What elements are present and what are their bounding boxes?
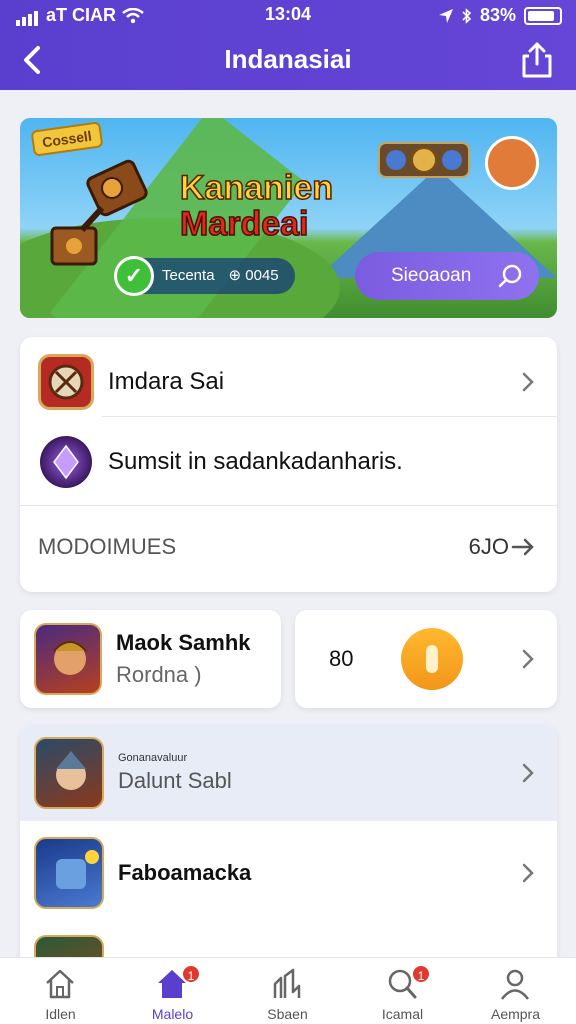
game-card-subtitle: Rordna )	[116, 662, 202, 687]
battery-percent: 83%	[479, 5, 516, 25]
section-footer[interactable]: MODOIMUES 6JO	[20, 527, 557, 567]
banner-action-label: Sieoaoan	[391, 265, 472, 286]
status-bar: aT CIAR 13:04 83%	[0, 0, 576, 30]
warrior-icon	[53, 641, 87, 675]
game-list: Gonanavaluur Dalunt Sabl Faboamacka	[20, 725, 557, 985]
banner-stat-1: Tecenta	[162, 267, 215, 284]
share-button[interactable]	[520, 40, 554, 80]
section-value: 6JO	[468, 534, 509, 559]
banner-badges	[378, 142, 470, 178]
divider	[20, 505, 557, 506]
banner-title-line1: Kananien	[179, 169, 334, 207]
list-item-title: Dalunt Sabl	[118, 768, 232, 793]
list-item-caption: Gonanavaluur	[118, 752, 188, 764]
search-icon	[498, 264, 522, 288]
page-title: Indanasiai	[224, 44, 352, 74]
tab-label: Sbaen	[267, 1006, 308, 1022]
nav-bar: Indanasiai	[0, 30, 576, 90]
arrow-right-icon	[511, 538, 534, 556]
promo-banner[interactable]: Cossell Kananien Mardeai ✓ Tecenta ⊕ 004…	[20, 118, 557, 318]
notification-badge: 1	[411, 964, 431, 984]
divider	[102, 416, 557, 417]
chevron-right-icon	[522, 372, 534, 392]
list-item-label: Sumsit in sadankadanharis.	[108, 448, 403, 475]
home-outline-icon	[46, 969, 74, 999]
coin-icon	[401, 628, 463, 690]
bluetooth-icon	[462, 7, 472, 24]
section-label: MODOIMUES	[38, 534, 177, 559]
game-card[interactable]: Maok Samhk Rordna )	[20, 610, 281, 708]
tab-malelo[interactable]: 1 Malelo	[115, 958, 230, 1024]
warrior-app-icon	[34, 623, 102, 695]
chevron-right-icon	[522, 649, 534, 669]
player-avatar[interactable]	[485, 136, 539, 190]
coin-card[interactable]: 80	[295, 610, 557, 708]
tab-home[interactable]: Idlen	[3, 958, 118, 1024]
robot-app-icon	[34, 837, 104, 909]
coin-count: 80	[329, 646, 354, 671]
list-item-label: Imdara Sai	[108, 368, 225, 395]
list-item-faboamacka[interactable]: Faboamacka	[20, 825, 557, 921]
bottom-tab-bar: Idlen 1 Malelo Sbaen 1 Icamal Aempra	[0, 957, 576, 1024]
robot-icon	[56, 850, 99, 889]
knight-app-icon	[34, 737, 104, 809]
chevron-right-icon	[522, 863, 534, 883]
profile-icon	[501, 969, 529, 1000]
shield-icon	[48, 364, 84, 400]
game-card-title: Maok Samhk	[116, 630, 251, 655]
tab-icamal[interactable]: 1 Icamal	[345, 958, 460, 1024]
game-card-row: Maok Samhk Rordna )	[20, 621, 281, 697]
app-header: aT CIAR 13:04 83% Indanasiai	[0, 0, 576, 90]
status-right: 83%	[438, 5, 562, 26]
tab-label: Icamal	[381, 1006, 424, 1022]
banner-title-line2: Mardeai	[179, 205, 309, 243]
gem-icon	[53, 444, 79, 480]
banner-action-button[interactable]: Sieoaoan	[355, 252, 539, 300]
banner-stats: ✓ Tecenta ⊕ 0045	[114, 256, 295, 296]
tab-aempra[interactable]: Aempra	[458, 958, 573, 1024]
tab-label: Idlen	[45, 1006, 76, 1022]
coin-badge-icon	[386, 147, 462, 173]
banner-stat-2: ⊕ 0045	[228, 267, 279, 284]
chart-icon	[273, 968, 301, 998]
check-icon: ✓	[114, 256, 154, 296]
tab-label: Malelo	[151, 1006, 194, 1022]
list-item-sumsit[interactable]: Sumsit in sadankadanharis.	[20, 427, 557, 497]
location-icon	[438, 8, 453, 23]
knight-icon	[56, 751, 86, 790]
tab-sbaen[interactable]: Sbaen	[230, 958, 345, 1024]
game-app-icon	[38, 354, 94, 410]
info-card: Imdara Sai Sumsit in sadankadanharis. MO…	[20, 337, 557, 592]
list-item-dalunt[interactable]: Gonanavaluur Dalunt Sabl	[20, 725, 557, 821]
crystal-icon	[40, 436, 92, 488]
notification-badge: 1	[181, 964, 201, 984]
banner-game-title: Kananien Mardeai	[179, 169, 334, 243]
list-item-title: Faboamacka	[118, 860, 252, 885]
battery-icon	[524, 6, 562, 25]
list-item-imdara[interactable]: Imdara Sai	[20, 347, 557, 417]
chevron-right-icon	[522, 763, 534, 783]
tab-label: Aempra	[490, 1006, 541, 1022]
